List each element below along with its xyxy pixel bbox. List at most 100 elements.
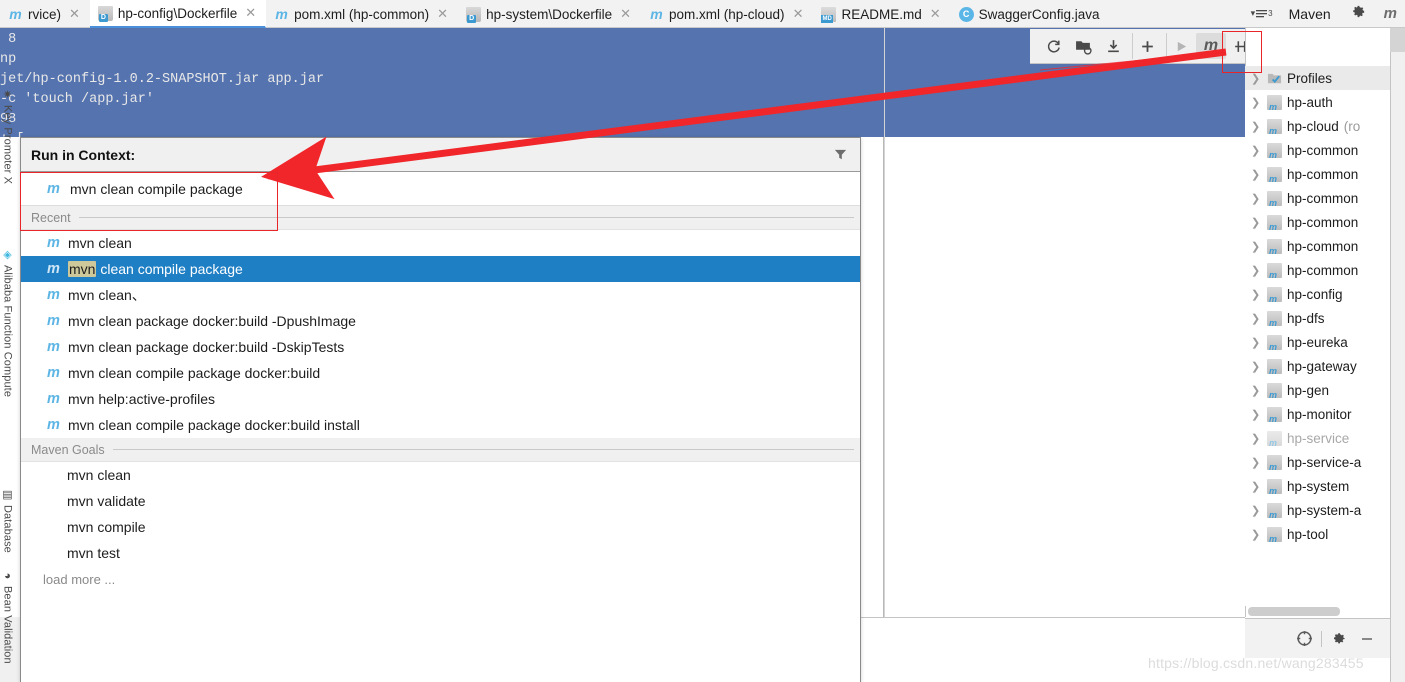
load-more-link[interactable]: load more ... <box>21 566 860 592</box>
chevron-right-icon[interactable]: ❯ <box>1251 288 1262 301</box>
reimport-icon[interactable] <box>1038 33 1068 59</box>
list-item-selected[interactable]: m mvn clean compile package <box>21 256 860 282</box>
close-icon[interactable]: ✕ <box>930 6 941 22</box>
chevron-right-icon[interactable]: ❯ <box>1251 456 1262 469</box>
code-line: 8 <box>0 32 17 47</box>
list-item[interactable]: m mvn clean <box>21 230 860 256</box>
tree-node-module[interactable]: ❯ hp-common <box>1245 186 1390 210</box>
chevron-right-icon[interactable]: ❯ <box>1251 528 1262 541</box>
close-icon[interactable]: ✕ <box>437 6 448 22</box>
chevron-right-icon[interactable]: ❯ <box>1251 360 1262 373</box>
tree-node-module[interactable]: ❯ hp-dfs <box>1245 306 1390 330</box>
chevron-right-icon[interactable]: ❯ <box>1251 264 1262 277</box>
list-item-label: mvn clean、 <box>68 287 146 303</box>
tree-node-module[interactable]: ❯ hp-tool <box>1245 522 1390 546</box>
download-sources-icon[interactable] <box>1098 33 1128 59</box>
context-goal-row[interactable]: m mvn clean compile package <box>21 172 860 206</box>
editor-tab-5[interactable]: README.md ✕ <box>813 0 950 28</box>
maven-m-icon: m <box>47 339 60 355</box>
tree-node-profiles[interactable]: ❯ Profiles <box>1245 66 1390 90</box>
tree-node-module[interactable]: ❯ hp-system <box>1245 474 1390 498</box>
maven-m-icon: m <box>47 287 60 303</box>
chevron-right-icon[interactable]: ❯ <box>1251 144 1262 157</box>
list-item[interactable]: m mvn help:active-profiles <box>21 386 860 412</box>
tree-node-module[interactable]: ❯ hp-config <box>1245 282 1390 306</box>
editor-tab-6[interactable]: C SwaggerConfig.java <box>951 0 1110 28</box>
maven-module-icon <box>1267 286 1282 304</box>
chevron-right-icon[interactable]: ❯ <box>1251 216 1262 229</box>
list-item[interactable]: m mvn clean、 <box>21 282 860 308</box>
funnel-filter-icon[interactable] <box>833 147 848 162</box>
close-icon[interactable]: ✕ <box>620 6 631 22</box>
editor-tab-3[interactable]: hp-system\Dockerfile ✕ <box>458 0 641 28</box>
code-editor[interactable]: 8 np jet/hp-config-1.0.2-SNAPSHOT.jar ap… <box>0 28 884 137</box>
run-icon[interactable] <box>1166 33 1196 59</box>
crosshair-locate-icon[interactable] <box>1293 628 1315 650</box>
tree-horizontal-scrollbar[interactable] <box>1248 607 1340 616</box>
list-item[interactable]: m mvn clean package docker:build -DskipT… <box>21 334 860 360</box>
list-item[interactable]: m mvn clean compile package docker:build <box>21 360 860 386</box>
editor-tab-2[interactable]: m pom.xml (hp-common) ✕ <box>266 0 458 28</box>
tree-node-module[interactable]: ❯ hp-auth <box>1245 90 1390 114</box>
chevron-right-icon[interactable]: ❯ <box>1251 72 1262 85</box>
gear-icon[interactable] <box>1328 628 1350 650</box>
chevron-right-icon[interactable]: ❯ <box>1251 384 1262 397</box>
tree-node-module[interactable]: ❯ hp-cloud (ro <box>1245 114 1390 138</box>
tree-node-module[interactable]: ❯ hp-common <box>1245 210 1390 234</box>
generate-sources-icon[interactable] <box>1068 33 1098 59</box>
maven-module-icon <box>1267 334 1282 352</box>
tree-node-module[interactable]: ❯ hp-system-a <box>1245 498 1390 522</box>
list-item[interactable]: m mvn clean package docker:build -DpushI… <box>21 308 860 334</box>
maven-projects-tree[interactable]: ❯ Profiles ❯ hp-auth ❯ hp-cloud (ro ❯ hp… <box>1245 66 1390 606</box>
chevron-right-icon[interactable]: ❯ <box>1251 408 1262 421</box>
tree-node-module[interactable]: ❯ hp-common <box>1245 258 1390 282</box>
chevron-right-icon[interactable]: ❯ <box>1251 120 1262 133</box>
list-item[interactable]: mvn clean <box>21 462 860 488</box>
editor-tab-0[interactable]: m rvice) ✕ <box>0 0 90 28</box>
chevron-right-icon[interactable]: ❯ <box>1251 336 1262 349</box>
chevron-right-icon[interactable]: ❯ <box>1251 168 1262 181</box>
tree-node-module-ignored[interactable]: ❯ hp-service <box>1245 426 1390 450</box>
chevron-right-icon[interactable]: ❯ <box>1251 192 1262 205</box>
match-highlight: mvn <box>68 261 97 277</box>
add-maven-project-icon[interactable] <box>1132 33 1162 59</box>
list-item[interactable]: m mvn clean compile package docker:build… <box>21 412 860 438</box>
chevron-right-icon[interactable]: ❯ <box>1251 312 1262 325</box>
list-lines-icon[interactable]: ▾ 3 <box>1245 8 1279 20</box>
chevron-right-icon[interactable]: ❯ <box>1251 432 1262 445</box>
rail-tab-database[interactable]: ▤ Database <box>0 488 15 553</box>
editor-tab-4[interactable]: m pom.xml (hp-cloud) ✕ <box>641 0 813 28</box>
tree-node-label: hp-common <box>1287 238 1359 254</box>
tree-node-label: hp-service <box>1287 430 1350 446</box>
chevron-right-icon[interactable]: ❯ <box>1251 96 1262 109</box>
tree-node-module[interactable]: ❯ hp-service-a <box>1245 450 1390 474</box>
rail-tab-alibaba-function-compute[interactable]: ◈ Alibaba Function Compute <box>0 248 15 397</box>
tree-node-module[interactable]: ❯ hp-common <box>1245 162 1390 186</box>
tree-node-module[interactable]: ❯ hp-eureka <box>1245 330 1390 354</box>
execute-maven-goal-icon[interactable]: m <box>1196 33 1226 59</box>
chevron-right-icon[interactable]: ❯ <box>1251 504 1262 517</box>
tree-node-module[interactable]: ❯ hp-gateway <box>1245 354 1390 378</box>
close-icon[interactable]: ✕ <box>69 6 80 22</box>
tree-node-module[interactable]: ❯ hp-monitor <box>1245 402 1390 426</box>
list-item[interactable]: mvn validate <box>21 488 860 514</box>
close-icon[interactable]: ✕ <box>245 5 256 21</box>
chevron-right-icon[interactable]: ❯ <box>1251 480 1262 493</box>
tree-node-module[interactable]: ❯ hp-common <box>1245 138 1390 162</box>
list-item[interactable]: mvn compile <box>21 514 860 540</box>
chevron-right-icon[interactable]: ❯ <box>1251 240 1262 253</box>
rail-tab-bean-validation[interactable]: ◕ Bean Validation <box>0 570 15 664</box>
close-icon[interactable]: ✕ <box>793 6 804 22</box>
tree-node-module[interactable]: ❯ hp-gen <box>1245 378 1390 402</box>
maven-icon: m <box>9 5 22 22</box>
gear-icon[interactable] <box>1341 4 1376 23</box>
maven-m-icon: m <box>47 365 60 381</box>
minimize-icon[interactable] <box>1356 628 1378 650</box>
rail-tab-key-promoter-x[interactable]: ✷ Key Promoter X <box>0 88 15 184</box>
divider <box>1321 630 1322 647</box>
maven-tool-window-label[interactable]: Maven <box>1279 6 1341 22</box>
list-item[interactable]: mvn test <box>21 540 860 566</box>
tree-node-label: hp-config <box>1287 286 1343 302</box>
editor-tab-1[interactable]: hp-config\Dockerfile ✕ <box>89 0 267 28</box>
tree-node-module[interactable]: ❯ hp-common <box>1245 234 1390 258</box>
